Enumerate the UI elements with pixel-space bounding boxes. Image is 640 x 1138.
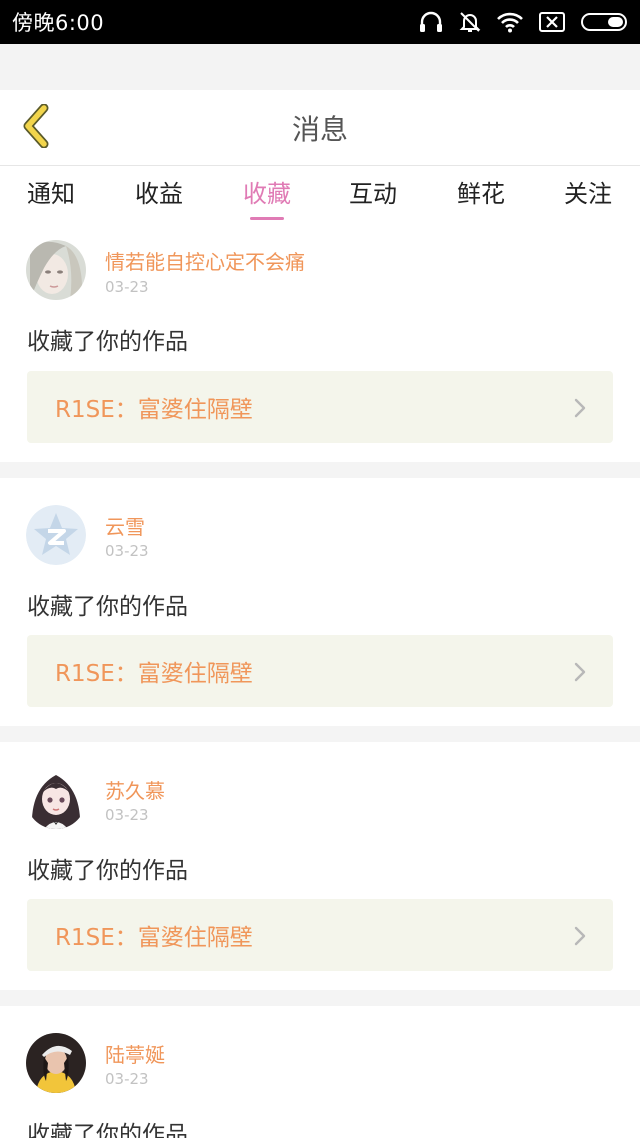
chevron-right-icon (573, 397, 587, 423)
tab-label: 收益 (135, 180, 183, 208)
avatar[interactable] (26, 1033, 86, 1093)
avatar[interactable] (26, 505, 86, 565)
status-time: 傍晚6:00 (12, 11, 105, 35)
tab-follows[interactable]: 关注 (543, 166, 633, 226)
avatar[interactable] (26, 769, 86, 829)
tab-label: 互动 (349, 180, 397, 208)
wifi-icon (496, 11, 524, 33)
tab-bar: 通知 收益 收藏 互动 鲜花 关注 (0, 166, 640, 226)
notification-card: 苏久慕 03-23 收藏了你的作品 R1SE：富婆住隔壁 (0, 742, 640, 990)
avatar[interactable] (26, 240, 86, 300)
tab-label: 通知 (27, 180, 75, 208)
notification-date: 03-23 (105, 806, 149, 824)
tab-flowers[interactable]: 鲜花 (436, 166, 526, 226)
chevron-right-icon (573, 661, 587, 687)
username-link[interactable]: 情若能自控心定不会痛 (105, 246, 305, 275)
mute-bell-icon (458, 10, 482, 34)
tab-label: 关注 (564, 180, 612, 208)
notification-date: 03-23 (105, 1070, 149, 1088)
notification-date: 03-23 (105, 278, 149, 296)
notification-message: 收藏了你的作品 (27, 1122, 188, 1138)
work-title: R1SE：富婆住隔壁 (55, 661, 253, 687)
username-link[interactable]: 陆葶娫 (105, 1039, 165, 1068)
work-link[interactable]: R1SE：富婆住隔壁 (27, 371, 613, 443)
tab-notifications[interactable]: 通知 (6, 166, 96, 226)
username-link[interactable]: 苏久慕 (105, 775, 165, 804)
work-link[interactable]: R1SE：富婆住隔壁 (27, 899, 613, 971)
no-sim-icon (538, 11, 566, 33)
notification-message: 收藏了你的作品 (27, 594, 188, 620)
notification-message: 收藏了你的作品 (27, 858, 188, 884)
tab-label: 收藏 (243, 180, 291, 208)
notification-card: 情若能自控心定不会痛 03-23 收藏了你的作品 R1SE：富婆住隔壁 (0, 226, 640, 462)
tab-interactions[interactable]: 互动 (328, 166, 418, 226)
header-bar: 消息 (0, 90, 640, 166)
tab-favorites[interactable]: 收藏 (222, 166, 312, 226)
headphones-icon (418, 10, 444, 34)
status-bar: 傍晚6:00 (0, 0, 640, 44)
tab-earnings[interactable]: 收益 (114, 166, 204, 226)
notification-message: 收藏了你的作品 (27, 329, 188, 355)
work-link[interactable]: R1SE：富婆住隔壁 (27, 635, 613, 707)
battery-icon (580, 11, 630, 33)
top-spacer (0, 44, 640, 90)
notification-card: 陆葶娫 03-23 收藏了你的作品 (0, 1006, 640, 1138)
chevron-left-icon (20, 103, 52, 152)
chevron-right-icon (573, 925, 587, 951)
notification-date: 03-23 (105, 542, 149, 560)
work-title: R1SE：富婆住隔壁 (55, 925, 253, 951)
back-button[interactable] (14, 103, 58, 152)
page-title: 消息 (291, 113, 348, 146)
active-tab-indicator (250, 217, 284, 220)
status-icons (418, 10, 630, 34)
notification-card: 云雪 03-23 收藏了你的作品 R1SE：富婆住隔壁 (0, 478, 640, 726)
work-title: R1SE：富婆住隔壁 (55, 397, 253, 423)
username-link[interactable]: 云雪 (105, 511, 145, 540)
tab-label: 鲜花 (457, 180, 505, 208)
